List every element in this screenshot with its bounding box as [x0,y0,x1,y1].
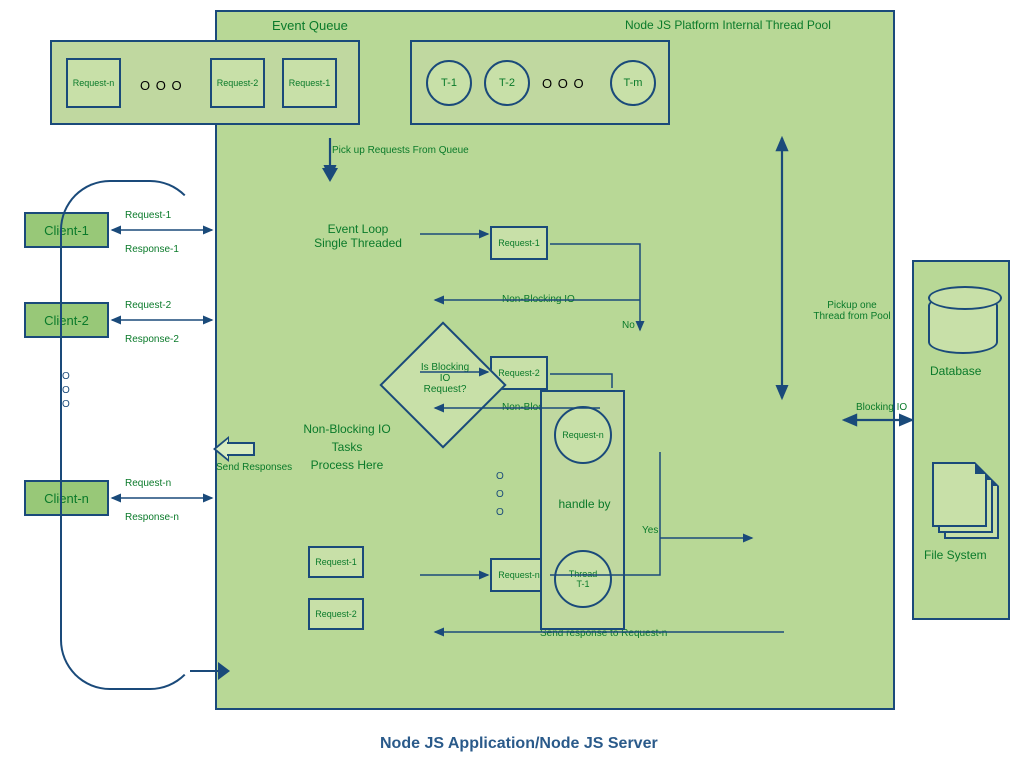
event-loop-frame [60,180,200,690]
handle-by-label: handle by [552,497,617,511]
queue-slot: Request-2 [210,58,265,108]
decision-diamond-text: Is Blocking IO Request? [400,362,490,395]
pickup-requests-label: Pick up Requests From Queue [332,145,469,156]
yes-label: Yes [642,525,658,536]
handler-request-circle: Request-n [554,406,612,464]
thread-handler-box: Request-n handle by ThreadT-1 [540,390,625,630]
event-queue: Request-n O O O Request-2 Request-1 [50,40,360,125]
event-loop-arrowhead-icon [218,662,230,680]
thread-circle: T-2 [484,60,530,106]
queue-slot: Request-1 [282,58,337,108]
thread-pool-title: Node JS Platform Internal Thread Pool [625,18,831,32]
pickup-thread-label: Pickup one Thread from Pool [812,300,892,322]
event-loop-title: Event Loop Single Threaded [298,222,418,250]
queue-ellipsis: O O O [140,78,183,93]
thread-pool: T-1 T-2 O O O T-m [410,40,670,125]
database-icon [928,294,998,354]
external-resources-box: Database File System [912,260,1010,620]
event-queue-title: Event Queue [272,18,348,33]
processed-request-box: Request-1 [308,546,364,578]
handler-thread-circle: ThreadT-1 [554,550,612,608]
send-responses-label: Send Responses [216,462,292,473]
thread-circle: T-1 [426,60,472,106]
request-box: Request-1 [490,226,548,260]
send-responses-arrow-icon [215,438,255,460]
non-blocking-io-label: Non-Blocking IO [502,294,575,305]
blocking-io-label: Blocking IO [856,402,907,413]
thread-circle: T-m [610,60,656,106]
no-label: No [622,320,635,331]
database-label: Database [930,364,981,378]
event-loop-bottom-line [190,670,220,672]
filesystem-label: File System [924,548,987,562]
request-ellipsis: OOO [496,468,504,522]
diagram-title: Node JS Application/Node JS Server [380,735,658,753]
non-blocking-io-title: Non-Blocking IO Tasks Process Here [282,420,412,474]
pool-ellipsis: O O O [542,76,585,91]
queue-slot: Request-n [66,58,121,108]
processed-request-box: Request-2 [308,598,364,630]
